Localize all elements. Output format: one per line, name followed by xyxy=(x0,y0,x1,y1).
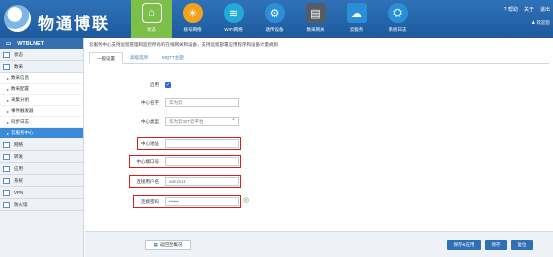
page-description: 云服务中心支持远程管理和监控所有的在线网关和设备，支持远程部署应用程序和设备计量… xyxy=(89,42,278,47)
folder-icon xyxy=(3,189,10,196)
username-label: 连接用户名 xyxy=(136,179,160,184)
sidebar-item-sync-log[interactable]: 同步日志 xyxy=(0,117,83,128)
folder-icon xyxy=(3,153,10,160)
sidebar-title: ▭ WTBLNET xyxy=(0,38,83,49)
center-address-label: 中心地址 xyxy=(141,141,159,146)
about-link[interactable]: 关于 xyxy=(524,6,534,13)
tab-general[interactable]: 一般设置 xyxy=(89,52,123,64)
list-icon: ▦ xyxy=(153,242,158,247)
sidebar-section-collect[interactable]: 数采 xyxy=(0,61,83,73)
monitor-icon: ▭ xyxy=(6,40,12,47)
password-field[interactable]: •••••• xyxy=(165,197,239,206)
enable-label: 启用 xyxy=(150,82,159,87)
main-content: 云服务中心支持远程管理和监控所有的在线网关和设备，支持远程部署应用程序和设备计量… xyxy=(85,38,553,257)
center-address-field[interactable] xyxy=(165,139,239,148)
sidebar-item-collect-config[interactable]: 数采配置 xyxy=(0,84,83,95)
sidebar-item-event-trigger[interactable]: 事件触发器 xyxy=(0,106,83,117)
server-icon: ▤ xyxy=(305,3,326,23)
save-button[interactable]: 保存 xyxy=(485,240,507,250)
center-name-field[interactable]: 华为云 xyxy=(165,98,239,107)
nav-status[interactable]: ⌂ 状态 xyxy=(131,0,172,38)
username-field[interactable]: admin11 xyxy=(165,177,239,186)
network-icon: ⛭ xyxy=(387,3,408,23)
folder-icon xyxy=(3,141,10,148)
brand-title: 物通博联 xyxy=(38,16,111,33)
save-apply-button[interactable]: 保存&应用 xyxy=(447,240,481,250)
sidebar-section-firewall[interactable]: 防火墙 xyxy=(0,199,83,211)
tab-mqtt[interactable]: MQTT主题 xyxy=(155,52,191,64)
folder-icon xyxy=(3,177,10,184)
sidebar-item-collect-group[interactable]: 采集分组 xyxy=(0,95,83,106)
password-label: 连接密码 xyxy=(141,199,159,204)
center-name-label: 中心名字 xyxy=(141,100,159,105)
nav-logs[interactable]: ⛭ 系统日志 xyxy=(377,0,418,38)
settings-icon: ⚙ xyxy=(264,3,285,23)
header-links: ? 帮助 关于 退出 xyxy=(504,6,550,13)
tab-advanced[interactable]: 高级选项 xyxy=(123,52,155,64)
nav-dialup[interactable]: ☀ 拨号网络 xyxy=(172,0,213,38)
back-to-overview-button[interactable]: ▦ 返回至概况 xyxy=(145,240,191,250)
home-icon: ⌂ xyxy=(141,3,162,23)
sidebar-item-collect-info[interactable]: 数采信息 xyxy=(0,73,83,84)
center-type-label: 中心类型 xyxy=(141,119,159,124)
folder-icon xyxy=(3,201,10,208)
top-header: 物通博联 ⌂ 状态 ☀ 拨号网络 ≋ WIFI网络 ⚙ 透传设备 ▤ 数采网关 … xyxy=(0,0,553,38)
sidebar-section-vpn[interactable]: VPN xyxy=(0,187,83,199)
reset-button[interactable]: 复位 xyxy=(511,240,533,250)
nav-wifi[interactable]: ≋ WIFI网络 xyxy=(213,0,254,38)
enable-checkbox[interactable]: ✓ xyxy=(165,82,171,88)
sidebar-section-status[interactable]: 状态 xyxy=(0,49,83,61)
help-link[interactable]: ? 帮助 xyxy=(504,6,518,13)
sidebar-section-apps[interactable]: 应用 xyxy=(0,163,83,175)
logo xyxy=(4,5,31,32)
folder-icon xyxy=(3,63,10,70)
user-greeting: ♟ 欢迎您 xyxy=(531,20,550,25)
sun-icon: ☀ xyxy=(182,3,203,23)
show-password-icon[interactable]: ◎ xyxy=(243,196,249,204)
center-type-select[interactable]: 华为云IOT云平台 xyxy=(165,116,239,126)
nav-cloud[interactable]: ☁ 云服务 xyxy=(336,0,377,38)
sidebar: ▭ WTBLNET 状态 数采 数采信息 数采配置 采集分组 事件触发器 同步日… xyxy=(0,38,84,257)
tab-bar: 一般设置 高级选项 MQTT主题 xyxy=(89,52,549,64)
main-nav: ⌂ 状态 ☀ 拨号网络 ≋ WIFI网络 ⚙ 透传设备 ▤ 数采网关 ☁ 云服务… xyxy=(131,0,418,38)
center-port-label: 中心端口号 xyxy=(136,159,160,164)
wifi-icon: ≋ xyxy=(223,3,244,23)
sidebar-section-system[interactable]: 系统 xyxy=(0,175,83,187)
nav-gateway[interactable]: ▤ 数采网关 xyxy=(295,0,336,38)
cloud-icon: ☁ xyxy=(346,3,367,23)
sidebar-section-forward[interactable]: 转发 xyxy=(0,151,83,163)
folder-icon xyxy=(3,51,10,58)
form-footer: ▦ 返回至概况 保存&应用 保存 复位 xyxy=(85,231,553,257)
sidebar-item-cloud-center[interactable]: 云服务中心 xyxy=(0,128,83,139)
nav-serial[interactable]: ⚙ 透传设备 xyxy=(254,0,295,38)
logout-link[interactable]: 退出 xyxy=(540,6,550,13)
center-port-field[interactable] xyxy=(165,157,239,166)
sidebar-section-network[interactable]: 网络 xyxy=(0,139,83,151)
folder-icon xyxy=(3,165,10,172)
